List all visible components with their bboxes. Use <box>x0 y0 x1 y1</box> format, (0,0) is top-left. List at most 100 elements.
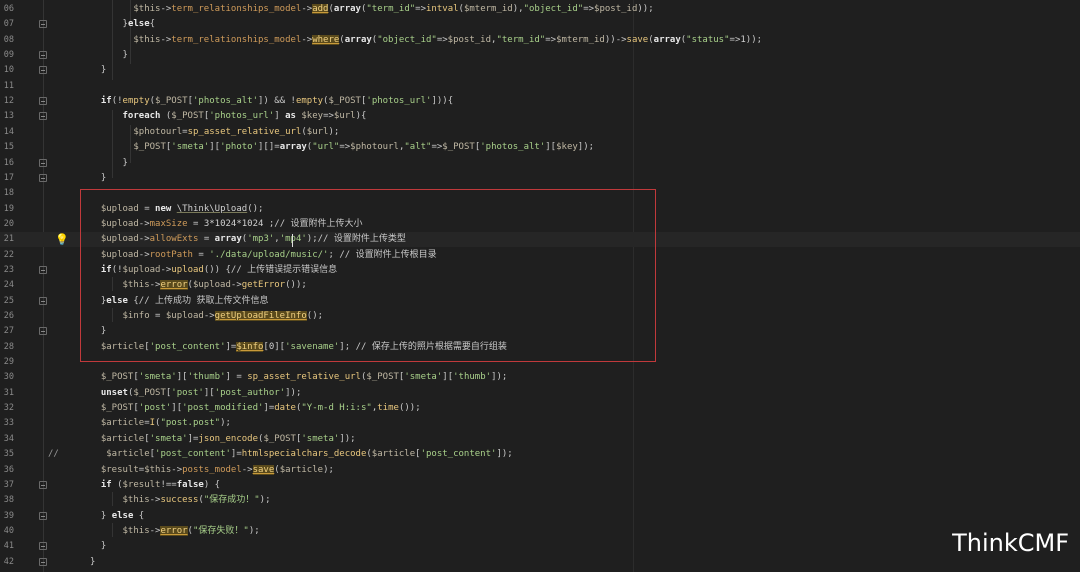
code-text[interactable]: $result=$this->posts_model->save($articl… <box>90 463 334 478</box>
code-line-37[interactable]: 37 if ($result!==false) { <box>0 478 1080 493</box>
code-text[interactable]: } <box>90 171 106 186</box>
code-line-39[interactable]: 39 } else { <box>0 509 1080 524</box>
code-text[interactable]: $upload->allowExts = array('mp3','mp4');… <box>90 232 406 247</box>
code-text[interactable]: $this->error($upload->getError()); <box>90 278 307 293</box>
code-text[interactable]: $upload->rootPath = './data/upload/music… <box>90 248 437 263</box>
code-text[interactable]: $upload->maxSize = 3*1024*1024 ;// 设置附件上… <box>90 217 363 232</box>
fold-toggle-icon[interactable] <box>39 265 47 274</box>
code-text[interactable]: $photourl=sp_asset_relative_url($url); <box>90 125 339 140</box>
fold-toggle-icon[interactable] <box>39 173 47 182</box>
code-line-14[interactable]: 14 $photourl=sp_asset_relative_url($url)… <box>0 125 1080 140</box>
line-number: 13 <box>3 111 14 122</box>
code-line-22[interactable]: 22 $upload->rootPath = './data/upload/mu… <box>0 248 1080 263</box>
code-line-38[interactable]: 38 $this->success("保存成功！"); <box>0 493 1080 508</box>
code-text[interactable]: $_POST['smeta']['photo'][]=array("url"=>… <box>90 140 594 155</box>
code-text[interactable]: } <box>90 555 95 570</box>
line-number: 35 <box>3 449 14 460</box>
code-text[interactable]: $article['post_content']=$info[0]['saven… <box>90 340 507 355</box>
line-number: 06 <box>3 4 14 14</box>
code-line-09[interactable]: 09 } <box>0 48 1080 63</box>
fold-toggle-icon[interactable] <box>39 97 47 106</box>
code-text[interactable]: $this->error("保存失败！"); <box>90 524 260 539</box>
fold-toggle-icon[interactable] <box>39 327 47 336</box>
code-text[interactable]: $article['post_content']=htmlspecialchar… <box>90 447 512 462</box>
code-text[interactable]: unset($_POST['post']['post_author']); <box>90 386 302 401</box>
code-line-26[interactable]: 26 $info = $upload->getUploadFileInfo(); <box>0 309 1080 324</box>
code-line-21[interactable]: 21 💡 $upload->allowExts = array('mp3','mp… <box>0 232 1080 248</box>
code-text[interactable]: } <box>90 539 106 554</box>
fold-toggle-icon[interactable] <box>39 542 47 551</box>
code-text[interactable]: $article['smeta']=json_encode($_POST['sm… <box>90 432 356 447</box>
fold-toggle-icon[interactable] <box>39 112 47 121</box>
line-number: 20 <box>3 218 14 229</box>
code-text[interactable]: }else {// 上传成功 获取上传文件信息 <box>90 294 269 309</box>
line-number: 14 <box>3 126 14 137</box>
line-number: 33 <box>3 418 14 429</box>
code-line-31[interactable]: 31 unset($_POST['post']['post_author']); <box>0 386 1080 401</box>
code-line-32[interactable]: 32 $_POST['post']['post_modified']=date(… <box>0 401 1080 416</box>
fold-toggle-icon[interactable] <box>39 296 47 305</box>
line-number: 31 <box>3 387 14 398</box>
code-line-24[interactable]: 24 $this->error($upload->getError()); <box>0 278 1080 293</box>
code-line-17[interactable]: 17 } <box>0 171 1080 186</box>
fold-toggle-icon[interactable] <box>39 66 47 75</box>
code-text[interactable]: foreach ($_POST['photos_url'] as $key=>$… <box>90 109 367 124</box>
code-text[interactable]: } <box>90 156 128 171</box>
code-line-06[interactable]: 06 $this->term_relationships_model->add(… <box>0 2 1080 17</box>
code-text[interactable]: $info = $upload->getUploadFileInfo(); <box>90 309 323 324</box>
code-line-18[interactable]: 18 <box>0 186 1080 201</box>
code-text[interactable]: $_POST['post']['post_modified']=date("Y-… <box>90 401 421 416</box>
code-line-16[interactable]: 16 } <box>0 156 1080 171</box>
code-text[interactable]: } <box>90 48 128 63</box>
code-line-08[interactable]: 08 $this->term_relationships_model->wher… <box>0 33 1080 48</box>
line-number: 19 <box>3 203 14 214</box>
code-line-29[interactable]: 29 <box>0 355 1080 370</box>
fold-toggle-icon[interactable] <box>39 20 47 29</box>
code-line-30[interactable]: 30 $_POST['smeta']['thumb'] = sp_asset_r… <box>0 370 1080 385</box>
code-text[interactable]: } else { <box>90 509 144 524</box>
code-line-25[interactable]: 25 }else {// 上传成功 获取上传文件信息 <box>0 294 1080 309</box>
code-text[interactable]: $this->success("保存成功！"); <box>90 493 271 508</box>
line-number: 37 <box>3 479 14 490</box>
code-text[interactable]: } <box>90 324 106 339</box>
watermark-logo: ThinkCMF <box>952 529 1069 557</box>
code-text[interactable]: $this->term_relationships_model->where(a… <box>90 33 762 48</box>
code-text[interactable]: if(!$upload->upload()) {// 上传错误提示错误信息 <box>90 263 337 278</box>
line-number: 15 <box>3 142 14 153</box>
code-line-13[interactable]: 13 foreach ($_POST['photos_url'] as $key… <box>0 109 1080 124</box>
code-text[interactable]: if(!empty($_POST['photos_alt']) && !empt… <box>90 94 453 109</box>
code-text[interactable]: if ($result!==false) { <box>90 478 220 493</box>
code-line-12[interactable]: 12 if(!empty($_POST['photos_alt']) && !e… <box>0 94 1080 109</box>
code-line-36[interactable]: 36 $result=$this->posts_model->save($art… <box>0 463 1080 478</box>
code-line-07[interactable]: 07 }else{ <box>0 17 1080 32</box>
code-line-41[interactable]: 41 } <box>0 539 1080 554</box>
fold-toggle-icon[interactable] <box>39 480 47 489</box>
fold-toggle-icon[interactable] <box>39 158 47 167</box>
code-line-34[interactable]: 34 $article['smeta']=json_encode($_POST[… <box>0 432 1080 447</box>
code-text[interactable]: }else{ <box>90 17 156 32</box>
code-line-28[interactable]: 28 $article['post_content']=$info[0]['sa… <box>0 340 1080 355</box>
code-line-35[interactable]: 35 // $article['post_content']=htmlspecia… <box>0 447 1080 462</box>
code-text[interactable]: $_POST['smeta']['thumb'] = sp_asset_rela… <box>90 370 507 385</box>
line-number: 38 <box>3 495 14 506</box>
code-text[interactable]: $article=I("post.post"); <box>90 416 231 431</box>
fold-toggle-icon[interactable] <box>39 51 47 60</box>
code-line-42[interactable]: 42} <box>0 555 1080 570</box>
code-line-10[interactable]: 10 } <box>0 63 1080 78</box>
lightbulb-icon[interactable]: 💡 <box>55 232 69 247</box>
code-text[interactable]: $upload = new \Think\Upload(); <box>90 202 264 217</box>
code-line-40[interactable]: 40 $this->error("保存失败！"); <box>0 524 1080 539</box>
code-editor[interactable]: 06 $this->term_relationships_model->add(… <box>0 0 1080 572</box>
code-line-15[interactable]: 15 $_POST['smeta']['photo'][]=array("url… <box>0 140 1080 155</box>
code-line-11[interactable]: 11 <box>0 79 1080 94</box>
fold-toggle-icon[interactable] <box>39 511 47 520</box>
code-line-27[interactable]: 27 } <box>0 324 1080 339</box>
code-line-20[interactable]: 20 $upload->maxSize = 3*1024*1024 ;// 设置… <box>0 217 1080 232</box>
code-line-19[interactable]: 19 $upload = new \Think\Upload(); <box>0 202 1080 217</box>
code-text[interactable]: } <box>90 63 106 78</box>
line-number: 22 <box>3 249 14 260</box>
code-text[interactable]: $this->term_relationships_model->add(arr… <box>90 2 654 17</box>
code-line-23[interactable]: 23 if(!$upload->upload()) {// 上传错误提示错误信息 <box>0 263 1080 278</box>
fold-toggle-icon[interactable] <box>39 557 47 566</box>
code-line-33[interactable]: 33 $article=I("post.post"); <box>0 416 1080 431</box>
